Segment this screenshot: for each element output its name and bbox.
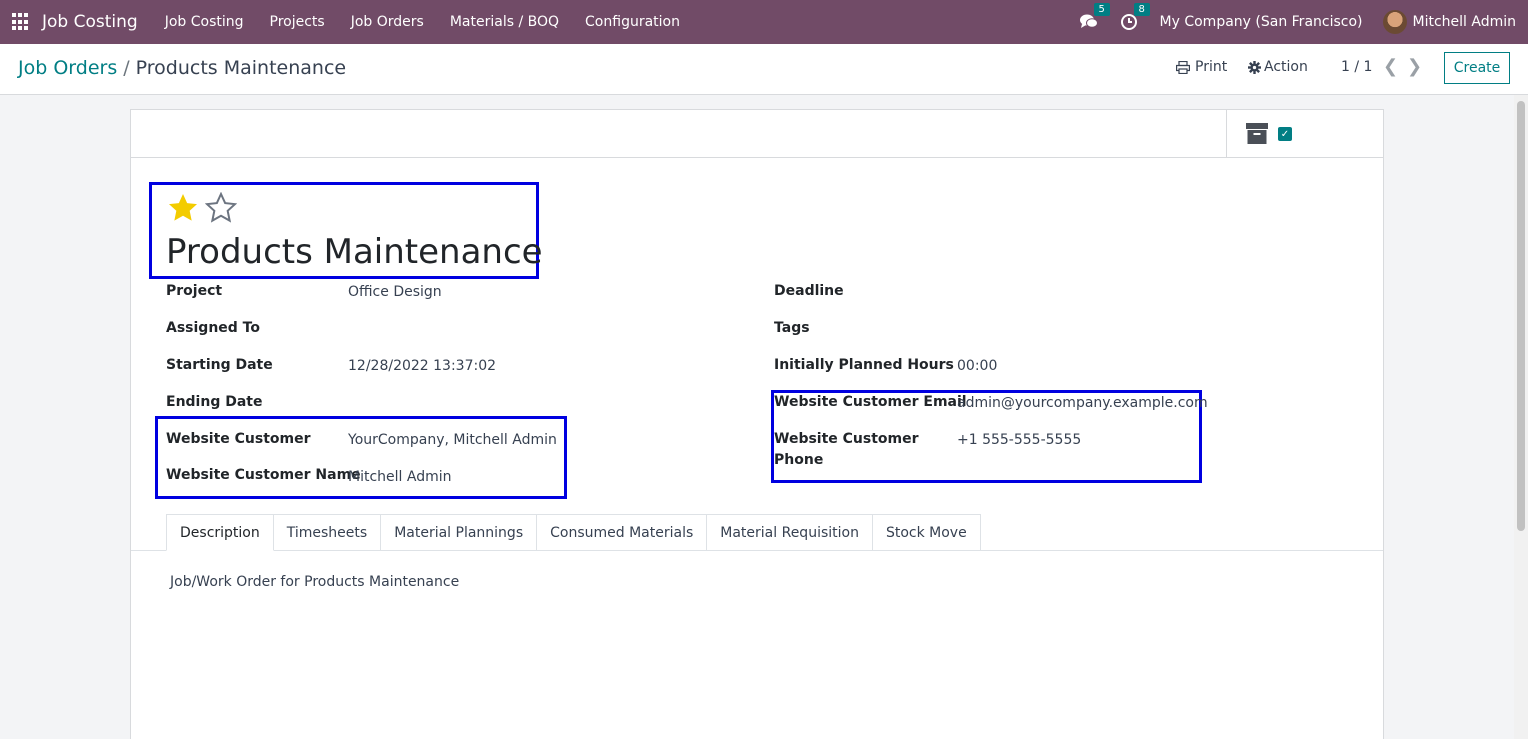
tab-timesheets[interactable]: Timesheets: [273, 514, 382, 551]
create-button[interactable]: Create: [1444, 52, 1510, 84]
pager-next-icon[interactable]: ❯: [1407, 56, 1422, 77]
priority-star-filled-icon[interactable]: [167, 192, 199, 224]
breadcrumb: Job Orders / Products Maintenance: [18, 57, 346, 79]
website-customer-field[interactable]: YourCompany, Mitchell Admin: [348, 432, 557, 448]
website-customer-email-field[interactable]: admin@yourcompany.example.com: [957, 395, 1208, 411]
website-customer-name-label: Website Customer Name: [166, 467, 361, 483]
tags-label: Tags: [774, 320, 810, 336]
customer-highlight-box: [155, 416, 567, 499]
website-customer-phone-label-line1: Website Customer: [774, 431, 919, 447]
tab-description[interactable]: Description: [166, 514, 274, 551]
action-label: Action: [1264, 59, 1308, 75]
pager-value[interactable]: 1 / 1: [1341, 59, 1372, 75]
website-customer-email-label: Website Customer Email: [774, 394, 967, 410]
project-field[interactable]: Office Design: [348, 284, 442, 300]
tab-material-plannings[interactable]: Material Plannings: [381, 514, 538, 551]
messages-button[interactable]: 5: [1079, 3, 1110, 32]
starting-date-field[interactable]: 12/28/2022 13:37:02: [348, 358, 496, 374]
sheet-button-box: ✓: [131, 110, 1383, 158]
project-label: Project: [166, 283, 223, 299]
website-customer-name-field[interactable]: Mitchell Admin: [348, 469, 452, 485]
priority-widget: [167, 192, 237, 224]
planned-hours-field[interactable]: 00:00: [957, 358, 997, 374]
tab-stock-move[interactable]: Stock Move: [872, 514, 981, 551]
apps-grid-icon[interactable]: [12, 13, 30, 31]
top-navbar: Job Costing Job Costing Projects Job Ord…: [0, 0, 1528, 44]
company-switcher[interactable]: My Company (San Francisco): [1160, 14, 1363, 30]
gear-icon: [1248, 60, 1261, 74]
print-label: Print: [1195, 59, 1228, 75]
pager-previous-icon[interactable]: ❮: [1383, 56, 1398, 77]
chat-icon: [1079, 14, 1098, 28]
activities-count-badge: 8: [1133, 3, 1150, 16]
print-button[interactable]: Print: [1176, 59, 1227, 75]
record-title[interactable]: Products Maintenance: [166, 232, 543, 272]
active-checkbox-icon[interactable]: ✓: [1278, 127, 1292, 141]
breadcrumb-job-orders-link[interactable]: Job Orders: [18, 57, 117, 79]
app-brand[interactable]: Job Costing: [42, 12, 138, 32]
action-button[interactable]: Action: [1248, 59, 1308, 75]
ending-date-label: Ending Date: [166, 394, 263, 410]
page-scrollbar[interactable]: [1514, 95, 1528, 739]
menu-item-materials-boq[interactable]: Materials / BOQ: [450, 14, 559, 30]
form-sheet: ✓ Products Maintenance Project Office De…: [130, 109, 1384, 739]
tab-consumed-materials[interactable]: Consumed Materials: [537, 514, 708, 551]
priority-star-empty-icon[interactable]: [205, 192, 237, 224]
menu-item-configuration[interactable]: Configuration: [585, 14, 680, 30]
menu-item-job-costing[interactable]: Job Costing: [165, 14, 244, 30]
website-customer-label: Website Customer: [166, 431, 311, 447]
activities-button[interactable]: 8: [1120, 3, 1150, 32]
description-text[interactable]: Job/Work Order for Products Maintenance: [170, 574, 459, 590]
archive-icon[interactable]: [1246, 123, 1268, 144]
messages-count-badge: 5: [1093, 3, 1110, 16]
assigned-to-label: Assigned To: [166, 320, 260, 336]
breadcrumb-current: Products Maintenance: [135, 57, 347, 79]
notebook-tabs: Description Timesheets Material Planning…: [166, 514, 981, 551]
control-panel: Job Orders / Products Maintenance Print Ac…: [0, 44, 1528, 95]
printer-icon: [1176, 60, 1190, 74]
tab-material-requisition[interactable]: Material Requisition: [707, 514, 873, 551]
button-box-divider: [1226, 110, 1227, 158]
breadcrumb-separator: /: [123, 57, 130, 79]
starting-date-label: Starting Date: [166, 357, 273, 373]
planned-hours-label: Initially Planned Hours: [774, 357, 954, 373]
user-menu[interactable]: Mitchell Admin: [1413, 14, 1517, 30]
scrollbar-thumb[interactable]: [1517, 101, 1525, 531]
menu-item-job-orders[interactable]: Job Orders: [351, 14, 424, 30]
menu-item-projects[interactable]: Projects: [270, 14, 325, 30]
deadline-label: Deadline: [774, 283, 844, 299]
website-customer-phone-label-line2: Phone: [774, 452, 824, 468]
user-avatar[interactable]: [1382, 10, 1407, 34]
website-customer-phone-field[interactable]: +1 555-555-5555: [957, 432, 1081, 448]
